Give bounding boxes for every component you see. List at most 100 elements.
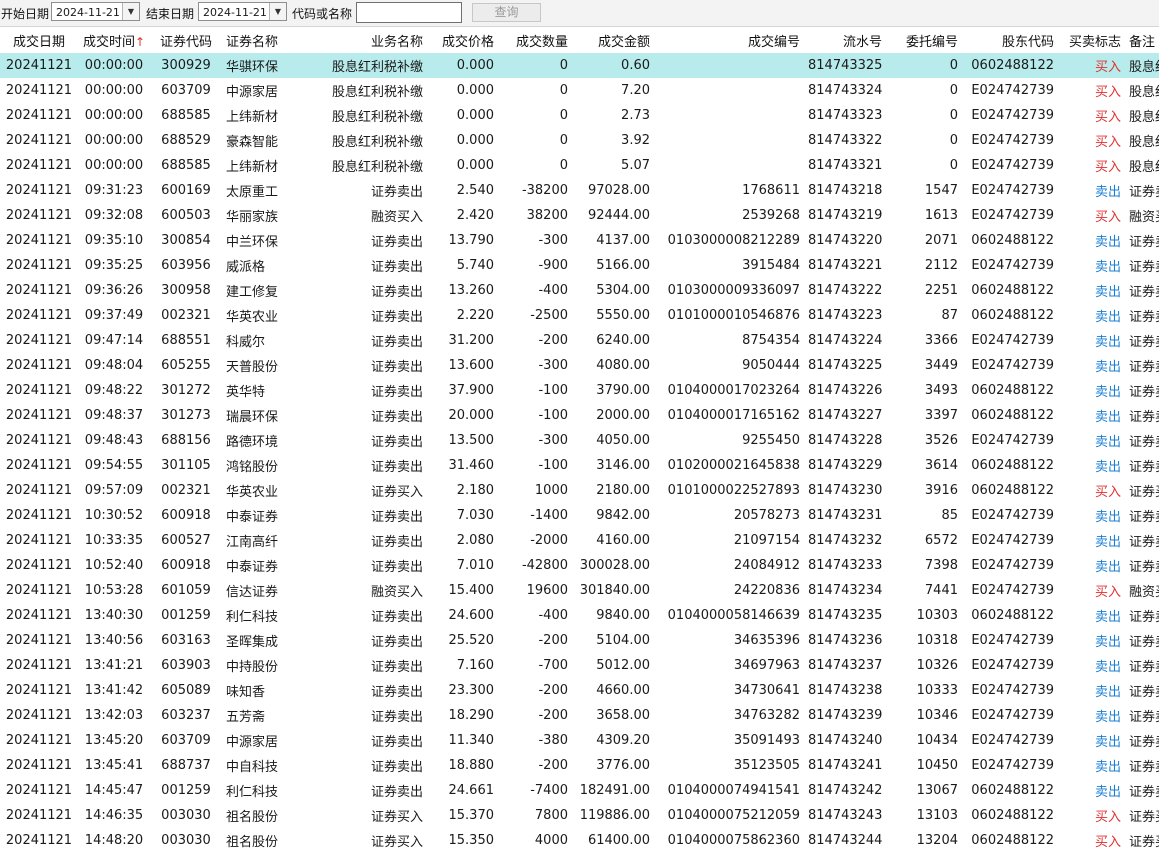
cell-holder-code: 0602488122 <box>971 608 1054 623</box>
query-button[interactable]: 查询 <box>472 3 541 22</box>
cell-side-flag: 卖出 <box>1094 735 1121 750</box>
cell-trade-date: 20241121 <box>5 308 73 323</box>
table-row[interactable]: 20241121 13:41:21 603903 中持股份 证券卖出 7.160 -700 5… <box>0 653 1159 678</box>
cell-trade-no: 0101000010546876 <box>667 308 800 323</box>
cell-holder-code: E024742739 <box>971 333 1054 348</box>
cell-security-name: 英华特 <box>226 385 266 400</box>
table-row[interactable]: 20241121 09:31:23 600169 太原重工 证券卖出 2.540 -3820… <box>0 178 1159 203</box>
cell-trade-no: 34635396 <box>733 633 800 648</box>
cell-serial-no: 814743219 <box>808 208 883 223</box>
table-row[interactable]: 20241121 13:42:03 603237 五芳斋 证券卖出 18.290 -200 3… <box>0 703 1159 728</box>
column-header-trade-time[interactable]: 成交时间↑ <box>78 27 150 53</box>
column-header-remark[interactable]: 备注 <box>1125 27 1159 53</box>
column-header-security-name[interactable]: 证券名称 <box>222 27 297 53</box>
chevron-down-icon[interactable]: ▼ <box>122 3 139 20</box>
table-row[interactable]: 20241121 09:35:25 603956 威派格 证券卖出 5.740 -900 51… <box>0 253 1159 278</box>
table-row[interactable]: 20241121 09:54:55 301105 鸿铭股份 证券卖出 31.460 -100… <box>0 453 1159 478</box>
table-row[interactable]: 20241121 10:30:52 600918 中泰证券 证券卖出 7.030 -1400… <box>0 503 1159 528</box>
table-row[interactable]: 20241121 13:45:20 603709 中源家居 证券卖出 11.340 -380… <box>0 728 1159 753</box>
cell-trade-date: 20241121 <box>5 558 73 573</box>
table-row[interactable]: 20241121 00:00:00 603709 中源家居 股息红利税补缴 0.000 0 7… <box>0 78 1159 103</box>
cell-business-name: 证券卖出 <box>370 410 423 425</box>
column-header-trade-qty[interactable]: 成交数量 <box>498 27 572 53</box>
table-row[interactable]: 20241121 09:32:08 600503 华丽家族 融资买入 2.420 38200… <box>0 203 1159 228</box>
table-row[interactable]: 20241121 09:48:43 688156 路德环境 证券卖出 13.500 -300… <box>0 428 1159 453</box>
table-row[interactable]: 20241121 00:00:00 688529 豪森智能 股息红利税补缴 0.000 0 3… <box>0 128 1159 153</box>
table-row[interactable]: 20241121 00:00:00 688585 上纬新材 股息红利税补缴 0.000 0 2… <box>0 103 1159 128</box>
column-header-serial-no[interactable]: 流水号 <box>804 27 886 53</box>
column-header-trade-date[interactable]: 成交日期 <box>0 27 78 53</box>
table-row[interactable]: 20241121 09:47:14 688551 科威尔 证券卖出 31.200 -200 6… <box>0 328 1159 353</box>
cell-side-flag: 卖出 <box>1094 285 1121 300</box>
cell-serial-no: 814743222 <box>808 283 883 298</box>
table-row[interactable]: 20241121 09:48:04 605255 天普股份 证券卖出 13.600 -300… <box>0 353 1159 378</box>
column-header-order-no[interactable]: 委托编号 <box>886 27 962 53</box>
cell-holder-code: 0602488122 <box>971 483 1054 498</box>
cell-serial-no: 814743322 <box>808 133 883 148</box>
cell-side-flag: 卖出 <box>1094 535 1121 550</box>
cell-remark: 股息红利 <box>1129 135 1159 150</box>
cell-order-no: 13103 <box>916 808 958 823</box>
table-row[interactable]: 20241121 13:40:30 001259 利仁科技 证券卖出 24.600 -400… <box>0 603 1159 628</box>
cell-side-flag: 买入 <box>1094 585 1121 600</box>
cell-trade-qty: 7800 <box>534 808 568 823</box>
cell-business-name: 证券卖出 <box>370 385 423 400</box>
cell-trade-date: 20241121 <box>5 658 73 673</box>
table-row[interactable]: 20241121 09:57:09 002321 华英农业 证券买入 2.180 1000 2… <box>0 478 1159 503</box>
cell-remark: 融资买入 <box>1129 210 1159 225</box>
cell-security-name: 华英农业 <box>226 485 279 500</box>
cell-trade-time: 09:37:49 <box>84 308 144 323</box>
cell-serial-no: 814743230 <box>808 483 883 498</box>
cell-serial-no: 814743225 <box>808 358 883 373</box>
cell-trade-no <box>654 53 804 78</box>
table-row[interactable]: 20241121 13:40:56 603163 圣晖集成 证券卖出 25.520 -200… <box>0 628 1159 653</box>
cell-trade-price: 0.000 <box>456 158 494 173</box>
table-row[interactable]: 20241121 14:46:35 003030 祖名股份 证券买入 15.370 7800… <box>0 803 1159 828</box>
end-date-picker[interactable]: 2024-11-21 ▼ <box>198 2 287 21</box>
column-header-trade-price[interactable]: 成交价格 <box>427 27 498 53</box>
code-name-input[interactable] <box>356 2 462 23</box>
cell-trade-qty: -2500 <box>530 308 568 323</box>
cell-holder-code: E024742739 <box>971 533 1054 548</box>
table-row[interactable]: 20241121 09:36:26 300958 建工修复 证券卖出 13.260 -400… <box>0 278 1159 303</box>
cell-trade-date: 20241121 <box>5 158 73 173</box>
table-row[interactable]: 20241121 00:00:00 300929 华骐环保 股息红利税补缴 0.000 0 0… <box>0 53 1159 78</box>
cell-security-code: 300929 <box>150 53 222 78</box>
column-header-side-flag[interactable]: 买卖标志 <box>1058 27 1125 53</box>
column-header-trade-amount[interactable]: 成交金额 <box>572 27 654 53</box>
start-date-picker[interactable]: 2024-11-21 ▼ <box>51 2 140 21</box>
table-row[interactable]: 20241121 10:52:40 600918 中泰证券 证券卖出 7.010 -4280… <box>0 553 1159 578</box>
table-row[interactable]: 20241121 10:53:28 601059 信达证券 融资买入 15.400 1960… <box>0 578 1159 603</box>
cell-trade-qty: -7400 <box>530 783 568 798</box>
column-header-trade-no[interactable]: 成交编号 <box>654 27 804 53</box>
table-row[interactable]: 20241121 13:45:41 688737 中自科技 证券卖出 18.880 -200… <box>0 753 1159 778</box>
table-row[interactable]: 20241121 09:35:10 300854 中兰环保 证券卖出 13.790 -300… <box>0 228 1159 253</box>
cell-order-no: 2071 <box>924 233 958 248</box>
cell-side-flag: 卖出 <box>1094 710 1121 725</box>
cell-holder-code: E024742739 <box>971 208 1054 223</box>
table-row[interactable]: 20241121 14:45:47 001259 利仁科技 证券卖出 24.661 -740… <box>0 778 1159 803</box>
cell-remark: 证券卖出 <box>1129 410 1159 425</box>
cell-trade-no: 0102000021645838 <box>667 458 800 473</box>
cell-trade-date: 20241121 <box>5 533 73 548</box>
table-row[interactable]: 20241121 14:48:20 003030 祖名股份 证券买入 15.350 4000… <box>0 828 1159 853</box>
table-row[interactable]: 20241121 10:33:35 600527 江南高纤 证券卖出 2.080 -2000… <box>0 528 1159 553</box>
cell-order-no: 7441 <box>924 583 958 598</box>
cell-trade-qty: -38200 <box>521 183 568 198</box>
cell-security-name: 圣晖集成 <box>226 635 279 650</box>
column-header-security-code[interactable]: 证券代码 <box>150 27 222 53</box>
cell-trade-time: 00:00:00 <box>84 158 144 173</box>
table-row[interactable]: 20241121 09:48:37 301273 瑞晨环保 证券卖出 20.000 -100… <box>0 403 1159 428</box>
cell-security-name: 中泰证券 <box>226 560 279 575</box>
table-row[interactable]: 20241121 13:41:42 605089 味知香 证券卖出 23.300 -200 4… <box>0 678 1159 703</box>
table-row[interactable]: 20241121 09:37:49 002321 华英农业 证券卖出 2.220 -2500… <box>0 303 1159 328</box>
chevron-down-icon[interactable]: ▼ <box>269 3 286 20</box>
column-header-holder-code[interactable]: 股东代码 <box>962 27 1058 53</box>
cell-remark: 证券卖出 <box>1129 685 1159 700</box>
cell-trade-amount: 5012.00 <box>596 658 650 673</box>
cell-business-name: 证券卖出 <box>370 335 423 350</box>
table-row[interactable]: 20241121 00:00:00 688585 上纬新材 股息红利税补缴 0.000 0 5… <box>0 153 1159 178</box>
cell-side-flag: 卖出 <box>1094 185 1121 200</box>
column-header-business-name[interactable]: 业务名称 <box>297 27 427 53</box>
table-row[interactable]: 20241121 09:48:22 301272 英华特 证券卖出 37.900 -100 3… <box>0 378 1159 403</box>
